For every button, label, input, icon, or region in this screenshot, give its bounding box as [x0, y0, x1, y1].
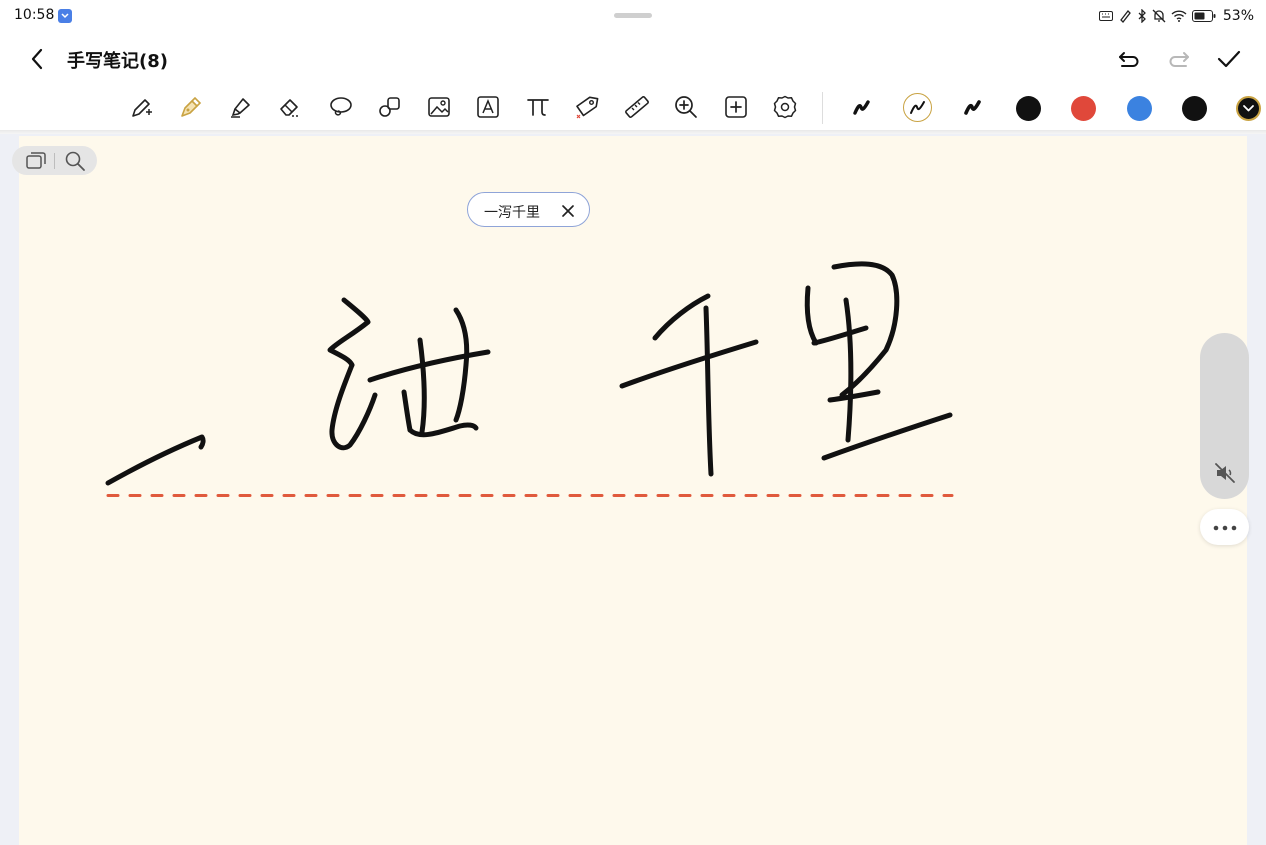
ink-stroke	[453, 307, 470, 423]
ink-stroke	[367, 349, 491, 383]
ink-stroke	[652, 293, 711, 341]
mini-toolbar	[12, 146, 97, 175]
ink-stroke	[417, 337, 427, 435]
ink-stroke	[804, 285, 819, 346]
recognition-suggestion[interactable]: 一泻千里	[467, 192, 590, 227]
ink-stroke	[401, 389, 413, 433]
pages-icon	[26, 152, 46, 169]
search-icon	[65, 151, 85, 171]
ink-stroke	[329, 362, 378, 451]
pages-button[interactable]	[25, 150, 47, 172]
ink-stroke	[821, 412, 953, 461]
side-panel[interactable]	[1200, 333, 1249, 499]
ink-stroke	[843, 297, 854, 443]
ink-stroke	[105, 434, 206, 486]
suggestion-close-button[interactable]	[560, 203, 576, 219]
more-horizontal-icon	[1213, 525, 1237, 531]
ink-stroke	[703, 305, 714, 477]
ink-stroke	[619, 339, 759, 389]
mute-button[interactable]	[1213, 461, 1237, 485]
handwriting-layer[interactable]	[0, 0, 1266, 845]
ink-stroke	[827, 389, 881, 403]
more-button[interactable]	[1200, 509, 1249, 545]
speaker-muted-icon	[1215, 463, 1235, 483]
ink-stroke	[811, 325, 869, 346]
close-icon	[562, 205, 574, 217]
search-button[interactable]	[64, 150, 86, 172]
suggestion-text: 一泻千里	[484, 205, 540, 221]
mini-toolbar-divider	[54, 153, 55, 169]
ink-stroke	[327, 297, 371, 368]
